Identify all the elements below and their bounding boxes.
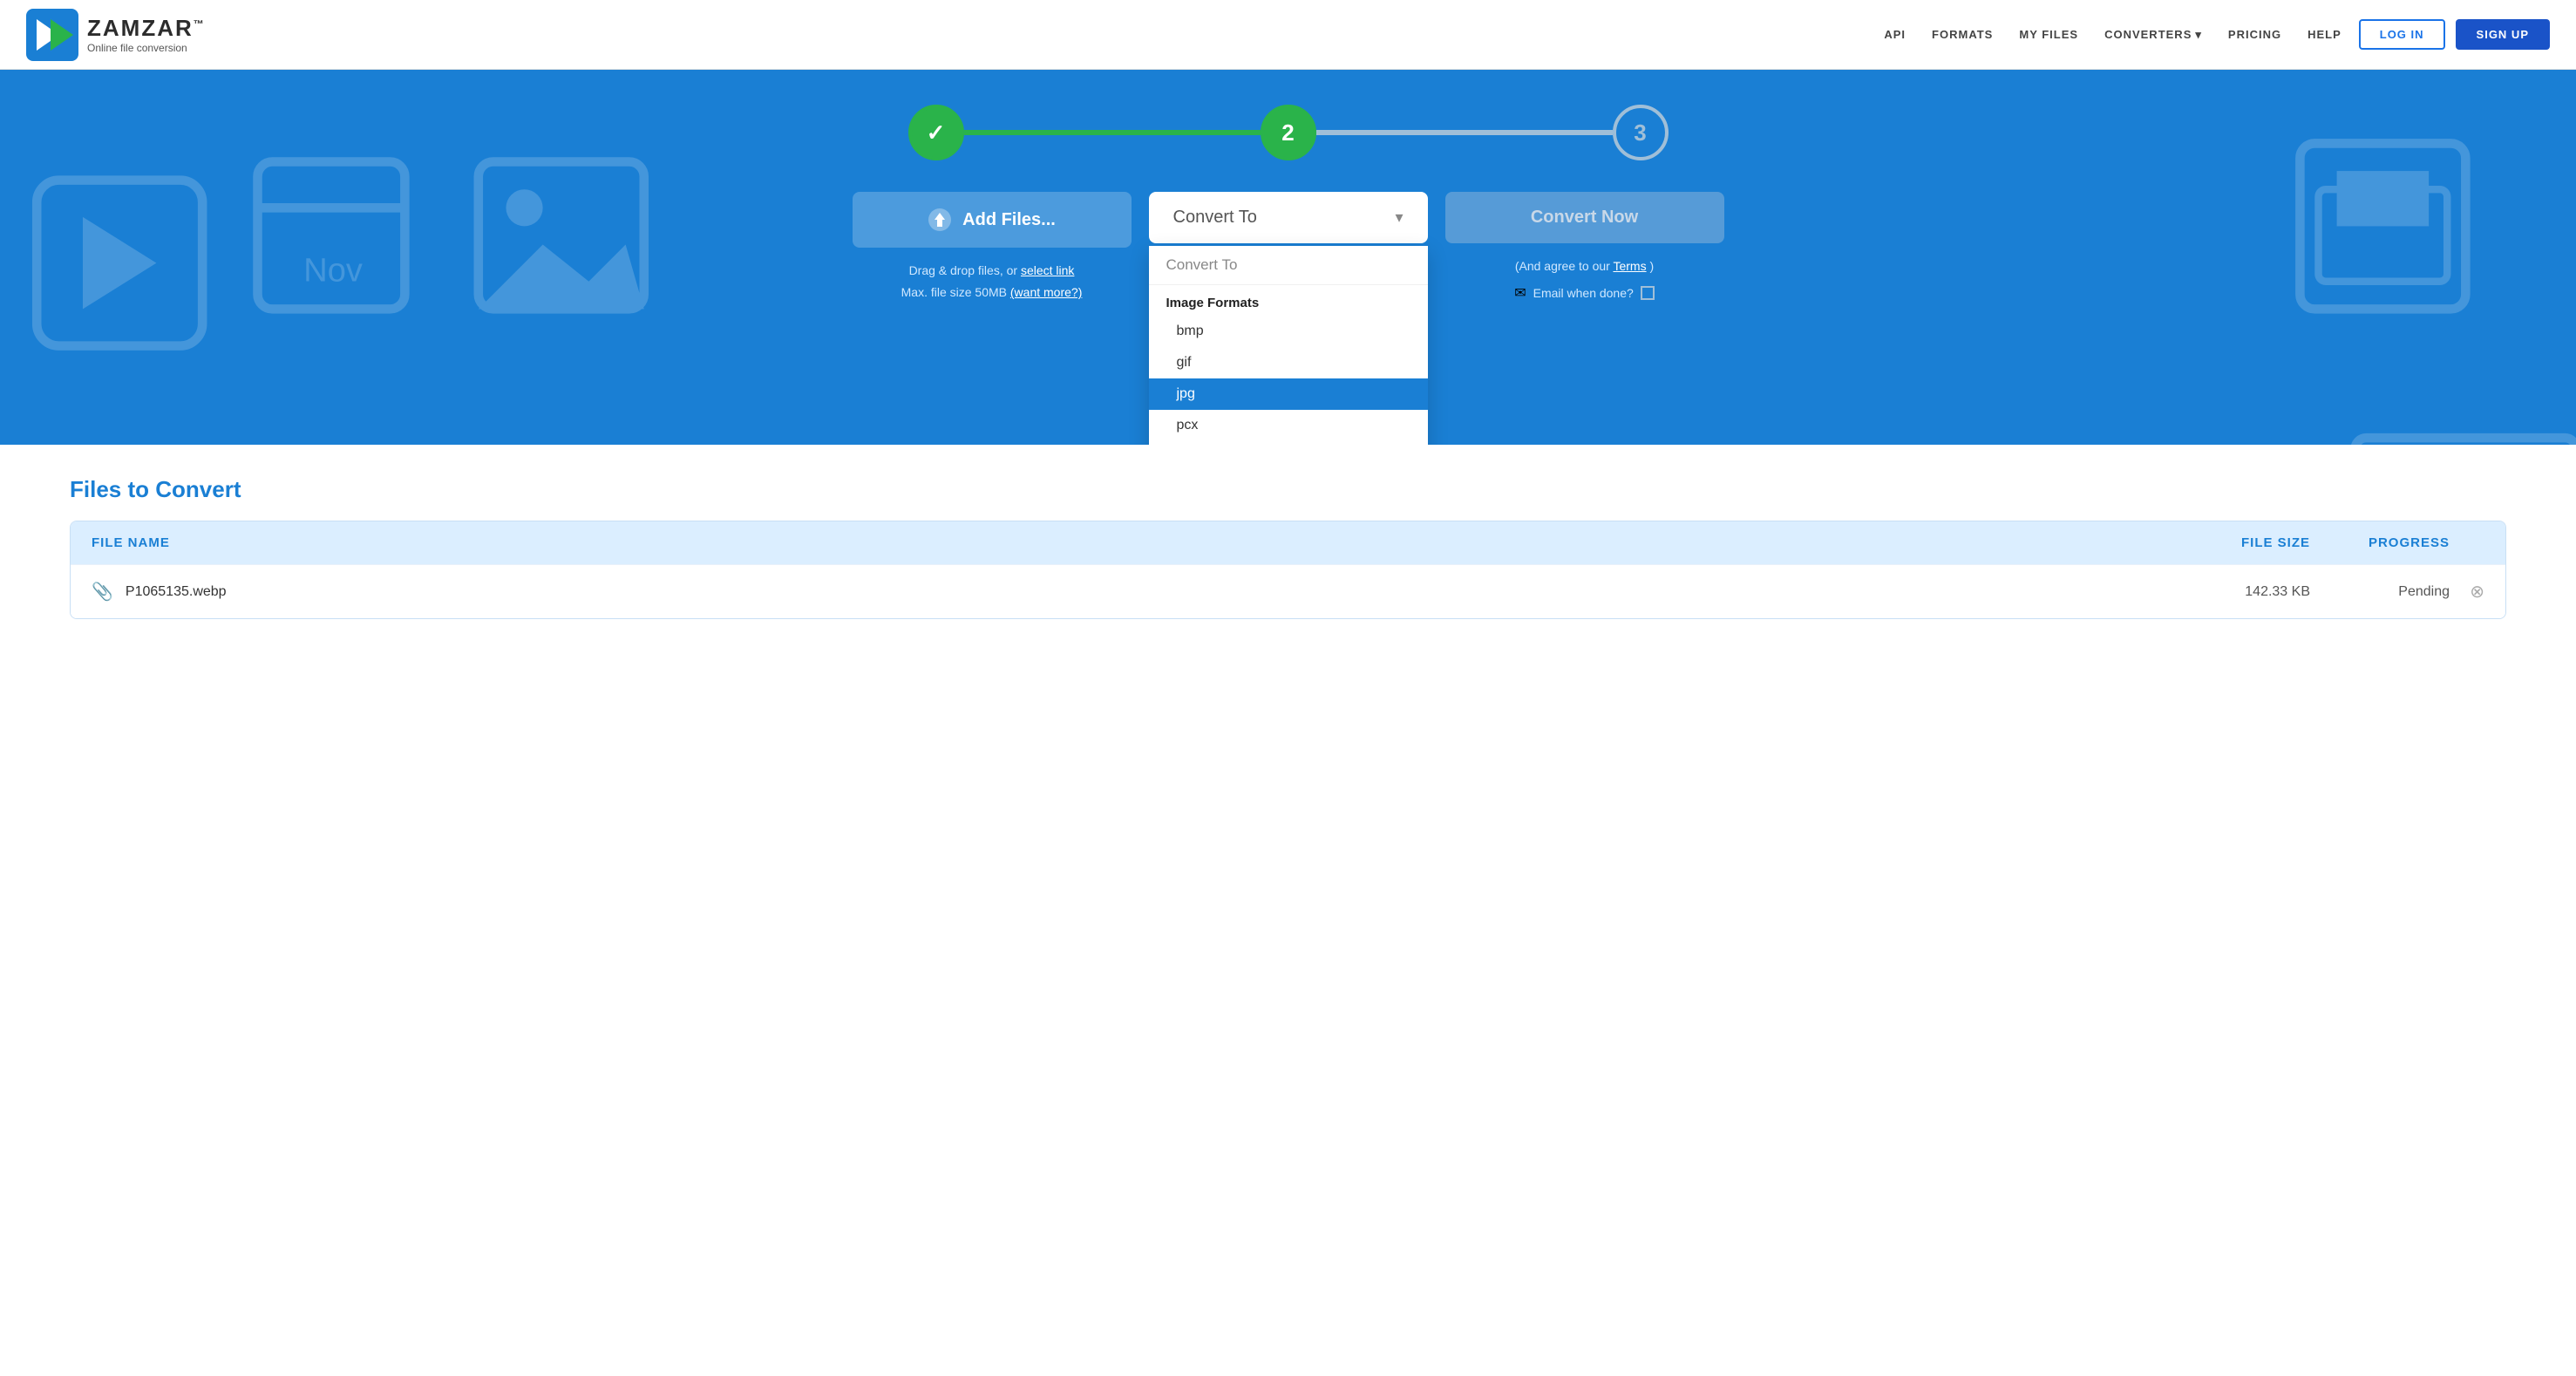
nav-my-files[interactable]: MY FILES [2019,28,2078,41]
email-row: ✉ Email when done? [1514,284,1655,302]
add-files-button[interactable]: Add Files... [853,192,1132,248]
convert-now-button[interactable]: Convert Now [1445,192,1724,243]
dropdown-placeholder: Convert To [1149,246,1428,285]
convert-now-col: Convert Now (And agree to our Terms ) ✉ … [1437,192,1733,302]
convert-to-button[interactable]: Convert To ▾ [1149,192,1428,243]
main-nav: API FORMATS MY FILES CONVERTERS ▾ PRICIN… [1884,28,2341,42]
file-size: 142.33 KB [2171,584,2310,600]
action-row: Add Files... Drag & drop files, or selec… [809,192,1768,303]
step-line-1 [964,130,1261,135]
logo-title: ZAMZAR™ [87,15,206,42]
file-attachment-icon: 📎 [92,581,113,603]
format-png[interactable]: png [1149,441,1428,445]
files-table: FILE NAME FILE SIZE PROGRESS 📎 P1065135.… [70,521,2506,619]
nav-converters[interactable]: CONVERTERS ▾ [2104,28,2202,42]
format-dropdown: Convert To Image Formats bmp gif jpg pcx… [1149,246,1428,445]
add-files-col: Add Files... Drag & drop files, or selec… [844,192,1140,303]
column-filename: FILE NAME [92,535,2171,550]
nav-help[interactable]: HELP [2308,28,2342,41]
signup-button[interactable]: SIGN UP [2456,19,2550,50]
step-2: 2 [1261,105,1316,160]
format-gif[interactable]: gif [1149,347,1428,378]
column-progress: PROGRESS [2310,535,2484,550]
logo[interactable]: ZAMZAR™ Online file conversion [26,9,206,61]
file-progress: Pending [2310,584,2450,600]
hero-inner: ✓ 2 3 Add Files... Drag & drop files, or [809,105,1768,303]
nav-api[interactable]: API [1884,28,1906,41]
svg-text:Nov: Nov [303,253,363,290]
step-1: ✓ [908,105,964,160]
nav-formats[interactable]: FORMATS [1932,28,1993,41]
upload-icon [928,208,952,232]
files-section: Files to Convert FILE NAME FILE SIZE PRO… [0,445,2576,654]
step-line-2 [1316,130,1613,135]
files-heading: Files to Convert [70,476,2506,503]
login-button[interactable]: LOG IN [2359,19,2445,50]
table-row: 📎 P1065135.webp 142.33 KB Pending ⊗ [71,564,2505,618]
step-3: 3 [1613,105,1669,160]
select-link[interactable]: select link [1021,263,1074,277]
convert-to-col: Convert To ▾ Convert To Image Formats bm… [1140,192,1437,243]
email-icon: ✉ [1514,284,1526,302]
image-formats-label: Image Formats [1149,285,1428,316]
nav-pricing[interactable]: PRICING [2228,28,2281,41]
format-jpg[interactable]: jpg [1149,378,1428,410]
logo-subtitle: Online file conversion [87,42,206,54]
header: ZAMZAR™ Online file conversion API FORMA… [0,0,2576,70]
add-files-subtitle: Drag & drop files, or select link Max. f… [901,260,1083,303]
dropdown-chevron-icon: ▾ [1395,208,1403,227]
files-table-header: FILE NAME FILE SIZE PROGRESS [71,521,2505,564]
terms-link[interactable]: Terms [1613,259,1646,273]
chevron-down-icon: ▾ [2195,28,2202,42]
format-pcx[interactable]: pcx [1149,410,1428,441]
convert-now-subtitle: (And agree to our Terms ) [1515,255,1654,277]
column-filesize: FILE SIZE [2171,535,2310,550]
email-when-done-label: Email when done? [1533,286,1634,300]
logo-icon [26,9,78,61]
hero-section: Nov ✓ 2 3 [0,70,2576,445]
want-more-link[interactable]: (want more?) [1010,285,1082,299]
steps-row: ✓ 2 3 [809,105,1768,160]
format-bmp[interactable]: bmp [1149,316,1428,347]
remove-file-button[interactable]: ⊗ [2450,581,2484,603]
email-checkbox[interactable] [1641,286,1655,300]
file-name: P1065135.webp [126,584,2171,600]
